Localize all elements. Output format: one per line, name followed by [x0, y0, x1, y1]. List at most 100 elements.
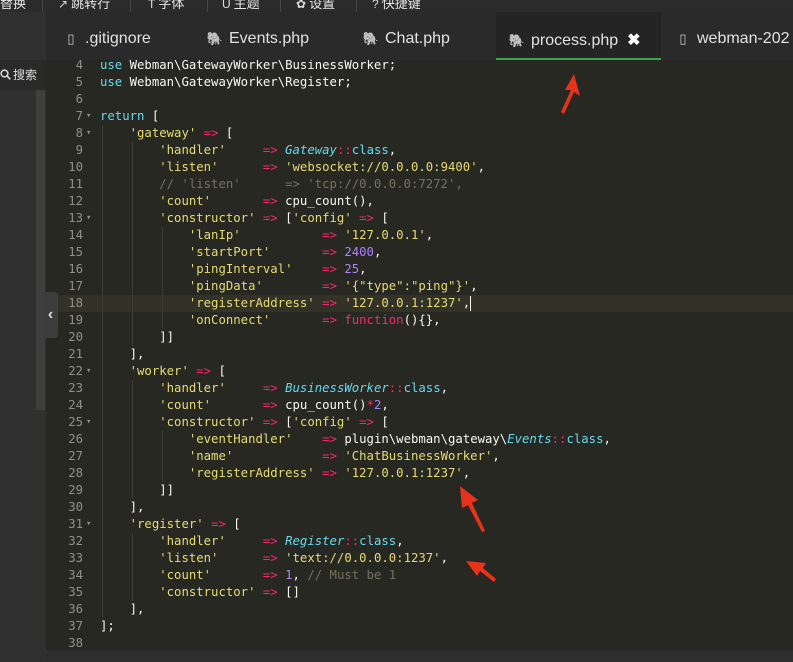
- code-token: 'lanIp': [188, 228, 241, 242]
- menu-item-theme[interactable]: U 主题: [222, 0, 260, 12]
- menu-divider: [207, 0, 208, 12]
- code-line[interactable]: 33 'listen' => 'text://0.0.0.0:1237',: [46, 550, 793, 567]
- fold-arrow-icon[interactable]: ▾: [86, 210, 91, 227]
- code-line[interactable]: 7 ▾ return [: [46, 108, 793, 125]
- code-line[interactable]: 37];: [46, 618, 793, 635]
- code-token: 'onConnect': [188, 313, 271, 327]
- line-number: 34: [68, 568, 83, 582]
- tab-webman[interactable]: ▯ webman-202: [661, 12, 793, 60]
- tab-chat-php[interactable]: 🐘 Chat.php: [342, 12, 494, 60]
- code-line[interactable]: 22 ▾ 'worker' => [: [46, 363, 793, 380]
- code-token: '{"type":"ping"}': [344, 279, 471, 293]
- code-token: =>: [359, 415, 374, 429]
- code-text: 'constructor' => ['config' => [: [100, 414, 389, 431]
- code-text: 'startPort' => 2400,: [100, 244, 382, 261]
- code-line[interactable]: 29 ]]: [46, 482, 793, 499]
- sidebar-scrollbar[interactable]: [36, 90, 45, 410]
- code-line[interactable]: 23 'handler' => BusinessWorker::class,: [46, 380, 793, 397]
- code-line[interactable]: 6: [46, 91, 793, 108]
- code-line[interactable]: 8 ▾ 'gateway' => [: [46, 125, 793, 142]
- fold-arrow-icon[interactable]: ▾: [86, 108, 91, 125]
- menu-item-shortcuts[interactable]: ? 快捷键: [372, 0, 421, 12]
- code-token: 'startPort': [188, 245, 271, 259]
- tab-process-php[interactable]: 🐘 process.php ✖: [496, 12, 661, 60]
- menu-item-replace[interactable]: 替换: [0, 0, 26, 12]
- code-token: =>: [359, 211, 374, 225]
- fold-arrow-icon[interactable]: ▾: [86, 414, 91, 431]
- code-token: =>: [322, 466, 337, 480]
- close-icon[interactable]: ✖: [627, 32, 640, 49]
- code-token: 'gateway': [129, 126, 197, 140]
- code-line[interactable]: 21 ],: [46, 346, 793, 363]
- code-line[interactable]: 17 'pingData' => '{"type":"ping"}',: [46, 278, 793, 295]
- code-line[interactable]: 18 'registerAddress' => '127.0.0.1:1237'…: [46, 295, 793, 312]
- code-line[interactable]: 4 use Webman\GatewayWorker\BusinessWorker…: [46, 60, 793, 74]
- code-line[interactable]: 32 'handler' => Register::class,: [46, 533, 793, 550]
- arrow-shape: [561, 74, 580, 114]
- fold-arrow-icon[interactable]: ▾: [86, 125, 91, 142]
- sidebar-search-button[interactable]: 搜索: [0, 67, 37, 83]
- code-line[interactable]: 13 ▾ 'constructor' => ['config' => [: [46, 210, 793, 227]
- menu-item-goto-line[interactable]: ↗ 跳转行: [58, 0, 110, 12]
- code-line[interactable]: 24 'count' => cpu_count()*2,: [46, 397, 793, 414]
- code-line[interactable]: 14 'lanIp' => '127.0.0.1',: [46, 227, 793, 244]
- code-line[interactable]: 12 'count' => cpu_count(),: [46, 193, 793, 210]
- code-text: ]]: [100, 329, 174, 346]
- code-line[interactable]: 11 // 'listen' => 'tcp://0.0.0.0:7272',: [46, 176, 793, 193]
- code-token: Register: [285, 534, 345, 548]
- menu-item-settings[interactable]: ✿ 设置: [296, 0, 335, 12]
- code-token: 'handler': [159, 534, 226, 548]
- code-token: 'registerAddress': [188, 296, 315, 310]
- code-line[interactable]: 27 'name' => 'ChatBusinessWorker',: [46, 448, 793, 465]
- code-line[interactable]: 26 'eventHandler' => plugin\webman\gatew…: [46, 431, 793, 448]
- code-token: 'constructor': [159, 415, 256, 429]
- code-line[interactable]: 38: [46, 635, 793, 650]
- code-line[interactable]: 9 'handler' => Gateway::class,: [46, 142, 793, 159]
- code-token: ,: [381, 398, 389, 412]
- code-line[interactable]: 36 ],: [46, 601, 793, 618]
- tab-gitignore[interactable]: ▯ .gitignore: [46, 12, 192, 60]
- code-line[interactable]: 31 ▾ 'register' => [: [46, 516, 793, 533]
- code-line[interactable]: 30 ],: [46, 499, 793, 516]
- code-line[interactable]: 5 use Webman\GatewayWorker\Register;: [46, 74, 793, 91]
- code-line[interactable]: 20 ]]: [46, 329, 793, 346]
- code-token: =>: [262, 551, 278, 565]
- code-token: [: [373, 415, 389, 429]
- line-number: 22: [68, 364, 83, 378]
- code-text: use Webman\GatewayWorker\BusinessWorker;: [100, 60, 396, 74]
- code-token: BusinessWorker: [285, 381, 389, 395]
- goto-line-label: 跳转行: [71, 0, 111, 11]
- code-token: ,: [603, 432, 611, 446]
- code-line[interactable]: 34 'count' => 1, // Must be 1: [46, 567, 793, 584]
- code-line[interactable]: 35 'constructor' => []: [46, 584, 793, 601]
- menu-item-font[interactable]: T 字体: [148, 0, 184, 12]
- collapse-sidebar-button[interactable]: ‹: [43, 292, 58, 338]
- code-token: '127.0.0.1:1237': [344, 296, 463, 310]
- code-text: 'handler' => Gateway::class,: [100, 142, 396, 159]
- code-editor[interactable]: 4 use Webman\GatewayWorker\BusinessWorker…: [46, 60, 793, 650]
- code-line[interactable]: 10 'listen' => 'websocket://0.0.0.0:9400…: [46, 159, 793, 176]
- horizontal-scrollbar[interactable]: [46, 650, 793, 662]
- code-line[interactable]: 28 'registerAddress' => '127.0.0.1:1237'…: [46, 465, 793, 482]
- code-line[interactable]: 19 'onConnect' => function(){},: [46, 312, 793, 329]
- code-line[interactable]: 15 'startPort' => 2400,: [46, 244, 793, 261]
- code-line[interactable]: 16 'pingInterval' => 25,: [46, 261, 793, 278]
- fold-arrow-icon[interactable]: ▾: [86, 363, 91, 380]
- code-token: [: [144, 109, 160, 123]
- code-token: Webman\GatewayWorker\Register;: [122, 75, 352, 89]
- code-token: ::: [551, 432, 567, 446]
- code-line[interactable]: 25 ▾ 'constructor' => ['config' => [: [46, 414, 793, 431]
- code-token: // Must be 1: [307, 568, 397, 582]
- annotation-arrow-tab: [561, 74, 580, 114]
- tab-events-php[interactable]: 🐘 Events.php: [192, 12, 342, 60]
- fold-arrow-icon[interactable]: ▾: [86, 516, 91, 533]
